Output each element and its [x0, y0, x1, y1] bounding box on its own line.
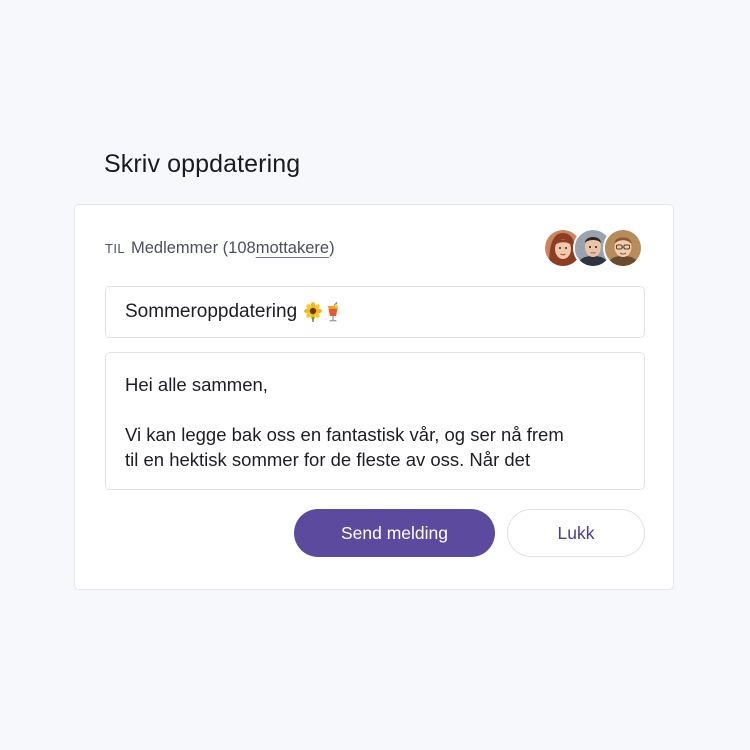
recipient-group: Medlemmer (108: [130, 238, 256, 257]
to-label: TIL: [105, 240, 125, 256]
close-button[interactable]: Lukk: [507, 509, 645, 557]
tropical-drink-icon: [325, 302, 341, 322]
update-compose-card: TIL Medlemmer (108 mottakere) Sommeroppd…: [74, 204, 674, 590]
message-line: til en hektisk sommer for de fleste av o…: [125, 449, 531, 470]
recipient-count-link[interactable]: mottakere: [256, 239, 329, 258]
avatar-man-glasses: [603, 228, 643, 268]
send-message-button[interactable]: Send melding: [294, 509, 495, 557]
recipient-close-paren: ): [329, 238, 335, 257]
recipient-avatars[interactable]: [543, 228, 643, 268]
recipients-row: TIL Medlemmer (108 mottakere): [105, 228, 643, 268]
subject-input[interactable]: Sommeroppdatering: [105, 286, 645, 338]
page-title: Skriv oppdatering: [104, 150, 301, 178]
subject-text: Sommeroppdatering: [125, 301, 298, 322]
sunflower-icon: [303, 302, 323, 322]
message-line: Hei alle sammen,: [125, 374, 268, 395]
message-line: Vi kan legge bak oss en fantastisk vår, …: [125, 424, 564, 445]
message-textarea[interactable]: Hei alle sammen, Vi kan legge bak oss en…: [105, 352, 645, 490]
